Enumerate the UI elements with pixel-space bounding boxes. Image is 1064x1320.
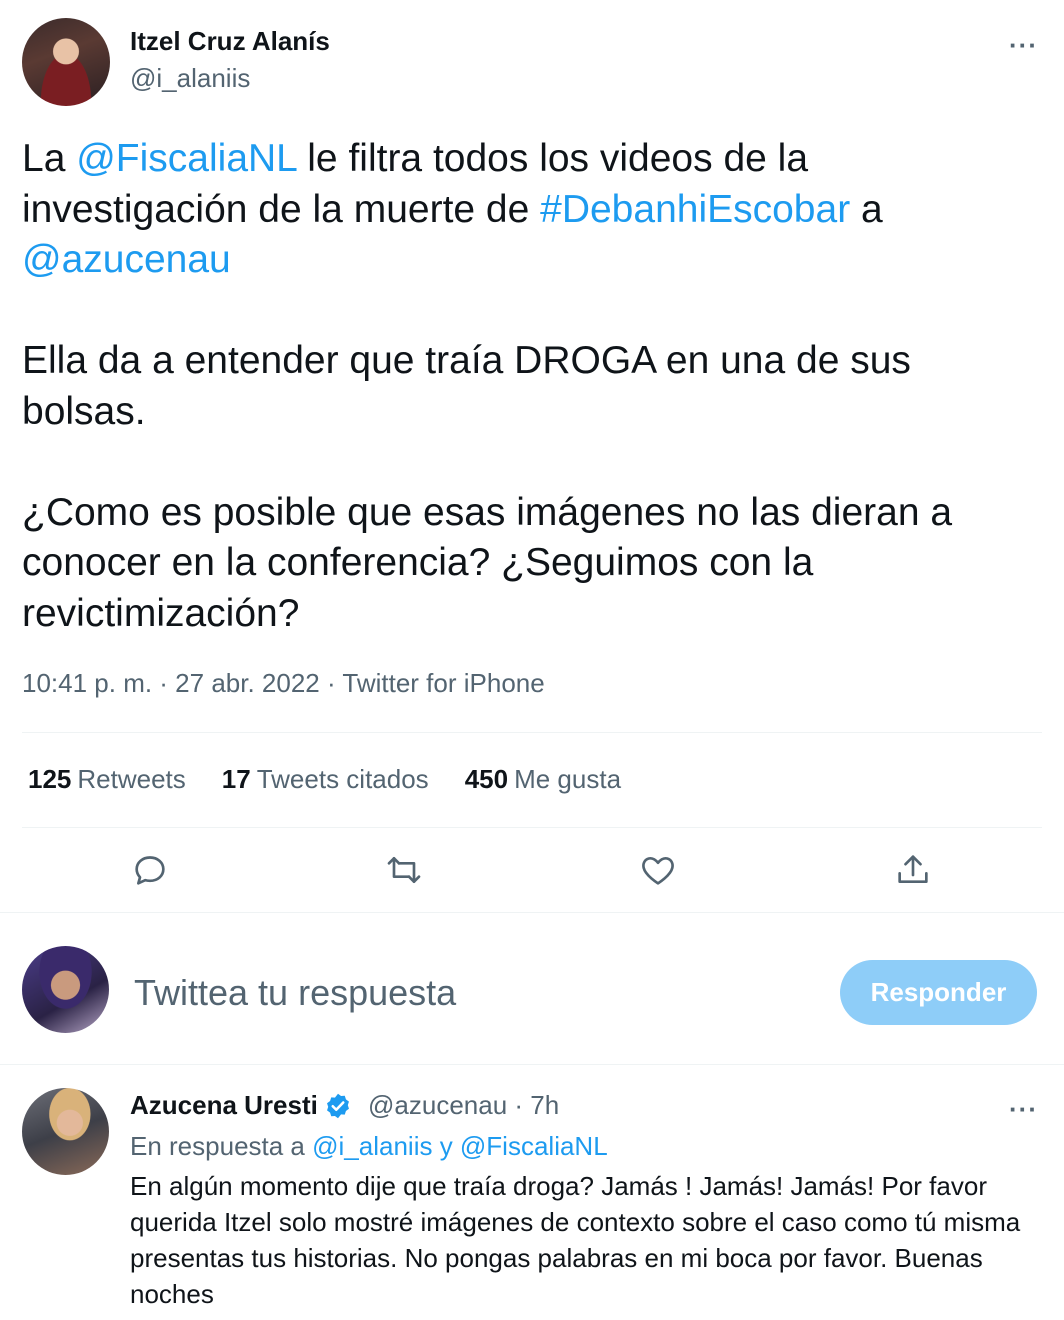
current-user-avatar[interactable] (22, 946, 109, 1033)
mention-azucenau[interactable]: @azucenau (22, 238, 231, 281)
quotes-label: Tweets citados (256, 764, 429, 794)
divider (0, 1064, 1064, 1065)
share-icon[interactable] (893, 850, 933, 890)
reply-author-name-row[interactable]: Azucena Uresti (130, 1090, 352, 1121)
reply-author-avatar[interactable] (22, 1088, 109, 1175)
mention-fiscalianl[interactable]: @FiscaliaNL (76, 137, 296, 180)
tweet-text: La @FiscaliaNL le filtra todos los video… (22, 134, 1042, 639)
tweet-text-segment: La (22, 137, 77, 180)
like-icon[interactable] (638, 850, 678, 890)
quote-tweets-stat[interactable]: 17 Tweets citados (222, 764, 429, 795)
divider (0, 912, 1064, 913)
likes-stat[interactable]: 450 Me gusta (465, 764, 621, 795)
author-name[interactable]: Itzel Cruz Alanís (130, 26, 330, 57)
divider (22, 827, 1042, 828)
reply-text: En algún momento dije que traía droga? J… (130, 1171, 1021, 1309)
reply-button[interactable]: Responder (840, 960, 1037, 1025)
tweet-paragraph-2: Ella da a entender que traía DROGA en un… (22, 339, 911, 433)
tweet-timestamp-source[interactable]: 10:41 p. m. · 27 abr. 2022 · Twitter for… (22, 668, 545, 699)
more-options-icon[interactable]: ··· (1009, 30, 1038, 61)
in-reply-to: En respuesta a @i_alaniis y @FiscaliaNL (130, 1131, 608, 1162)
reply-more-options-icon[interactable]: ··· (1009, 1094, 1038, 1125)
retweets-count: 125 (28, 764, 72, 794)
tweet-paragraph-1: La @FiscaliaNL le filtra todos los video… (22, 134, 1042, 286)
retweet-icon[interactable] (384, 850, 424, 890)
tweet-text-segment: a (850, 187, 883, 231)
reply-input[interactable]: Twittea tu respuesta (134, 972, 456, 1014)
engagement-stats: 125 Retweets 17 Tweets citados 450 Me gusta (28, 764, 621, 795)
divider (22, 732, 1042, 733)
hashtag-debanhiescobar[interactable]: #DebanhiEscobar (540, 188, 850, 231)
reply-icon[interactable] (130, 850, 170, 890)
verified-badge-icon (324, 1092, 352, 1120)
tweet-paragraph-3: ¿Como es posible que esas imágenes no la… (22, 490, 953, 635)
retweets-label: Retweets (77, 764, 186, 794)
author-handle[interactable]: @i_alaniis (130, 63, 250, 94)
likes-count: 450 (464, 764, 509, 794)
in-reply-users[interactable]: @i_alaniis y @FiscaliaNL (312, 1131, 608, 1161)
author-avatar[interactable] (22, 18, 110, 106)
reply-author-name[interactable]: Azucena Uresti (130, 1090, 318, 1121)
retweets-stat[interactable]: 125 Retweets (28, 764, 186, 795)
in-reply-prefix: En respuesta a (130, 1131, 313, 1161)
quotes-count: 17 (221, 764, 251, 794)
reply-author-handle-time[interactable]: @azucenau · 7h (368, 1090, 559, 1121)
likes-label: Me gusta (514, 764, 622, 794)
